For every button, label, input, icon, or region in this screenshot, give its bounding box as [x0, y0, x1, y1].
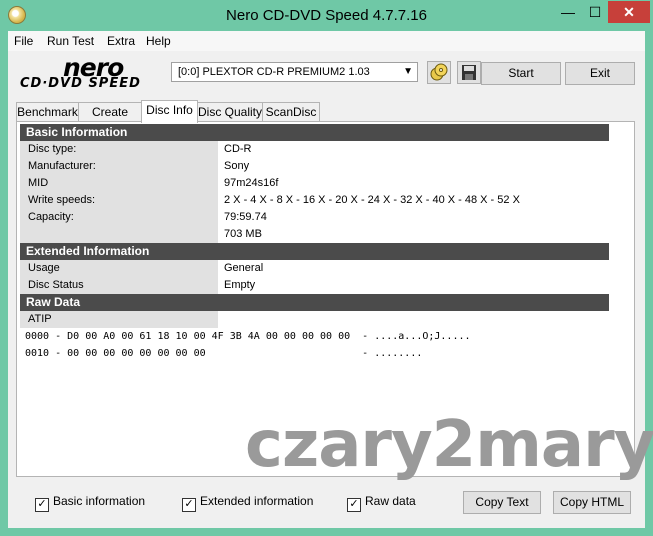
capacity-time-value: 79:59.74 — [224, 211, 267, 223]
app-window: Nero CD-DVD Speed 4.7.7.16 — ☐ ✕ File Ru… — [0, 0, 653, 536]
raw-data-checkbox[interactable]: ✓ Raw data — [347, 494, 416, 512]
drive-select-value: [0:0] PLEXTOR CD-R PREMIUM2 1.03 — [178, 66, 370, 78]
tab-create-disc[interactable]: Create Disc — [78, 102, 142, 137]
disc-status-value: Empty — [224, 279, 256, 291]
write-speeds-value: 2 X - 4 X - 8 X - 16 X - 20 X - 24 X - 3… — [224, 194, 520, 206]
disc-eject-button[interactable] — [427, 61, 451, 84]
extended-info-checkbox-label: Extended information — [200, 494, 314, 508]
disc-type-label: Disc type: — [20, 141, 218, 158]
raw-data-header: Raw Data — [20, 294, 609, 311]
basic-info-checkbox[interactable]: ✓ Basic information — [35, 494, 145, 512]
disc-info-panel[interactable]: Basic Information Disc type: CD-R Manufa… — [16, 121, 653, 482]
checkbox-checked-icon: ✓ — [182, 498, 196, 512]
maximize-button[interactable]: ☐ — [582, 1, 608, 23]
tab-benchmark[interactable]: Benchmark — [16, 102, 79, 122]
menu-extra[interactable]: Extra — [107, 34, 135, 48]
mid-value: 97m24s16f — [224, 177, 279, 189]
client-area: File Run Test Extra Help nero CD·DVD SPE… — [8, 31, 653, 528]
extended-info-header: Extended Information — [20, 243, 609, 260]
floppy-disk-icon — [462, 65, 476, 80]
tab-disc-quality[interactable]: Disc Quality — [197, 102, 263, 122]
manufacturer-value: Sony — [224, 160, 250, 172]
watermark: czary2mary — [245, 408, 653, 482]
nero-logo: nero CD·DVD SPEED — [18, 53, 168, 93]
copy-text-button[interactable]: Copy Text — [463, 491, 541, 514]
extended-info-checkbox[interactable]: ✓ Extended information — [182, 494, 313, 512]
discs-icon — [430, 63, 448, 81]
capacity-size-value: 703 MB — [224, 228, 262, 240]
raw-data-checkbox-label: Raw data — [365, 494, 416, 508]
basic-info-header: Basic Information — [20, 124, 609, 141]
tab-scandisc[interactable]: ScanDisc — [262, 102, 320, 122]
menu-bar: File Run Test Extra Help — [8, 31, 645, 51]
checkbox-checked-icon: ✓ — [347, 498, 361, 512]
usage-value: General — [224, 262, 264, 274]
manufacturer-label: Manufacturer: — [20, 158, 218, 175]
disc-status-label: Disc Status — [20, 277, 218, 294]
raw-data-line: 0010 - 00 00 00 00 00 00 00 00 - .......… — [25, 348, 423, 359]
minimize-button[interactable]: — — [555, 1, 581, 23]
disc-type-value: CD-R — [224, 143, 252, 155]
copy-html-button[interactable]: Copy HTML — [553, 491, 631, 514]
title-bar[interactable]: Nero CD-DVD Speed 4.7.7.16 — ☐ ✕ — [0, 0, 653, 30]
start-button[interactable]: Start — [481, 62, 561, 85]
exit-button[interactable]: Exit — [565, 62, 635, 85]
save-button[interactable] — [457, 61, 481, 84]
mid-label: MID — [20, 175, 218, 192]
atip-label: ATIP — [20, 311, 218, 328]
usage-label: Usage — [20, 260, 218, 277]
raw-data-line: 0000 - D0 00 A0 00 61 18 10 00 4F 3B 4A … — [25, 331, 471, 342]
menu-help[interactable]: Help — [146, 34, 171, 48]
menu-file[interactable]: File — [14, 34, 33, 48]
close-button[interactable]: ✕ — [608, 1, 650, 23]
menu-run-test[interactable]: Run Test — [47, 34, 94, 48]
logo-cd-dvd-speed-text: CD·DVD SPEED — [20, 76, 141, 91]
write-speeds-label: Write speeds: — [20, 192, 218, 209]
capacity-size-label — [20, 226, 218, 243]
capacity-label: Capacity: — [20, 209, 218, 226]
checkbox-checked-icon: ✓ — [35, 498, 49, 512]
drive-select[interactable]: [0:0] PLEXTOR CD-R PREMIUM2 1.03 ▼ — [171, 62, 418, 82]
tab-disc-info[interactable]: Disc Info — [141, 100, 198, 123]
chevron-down-icon: ▼ — [403, 66, 413, 77]
basic-info-checkbox-label: Basic information — [53, 494, 146, 508]
